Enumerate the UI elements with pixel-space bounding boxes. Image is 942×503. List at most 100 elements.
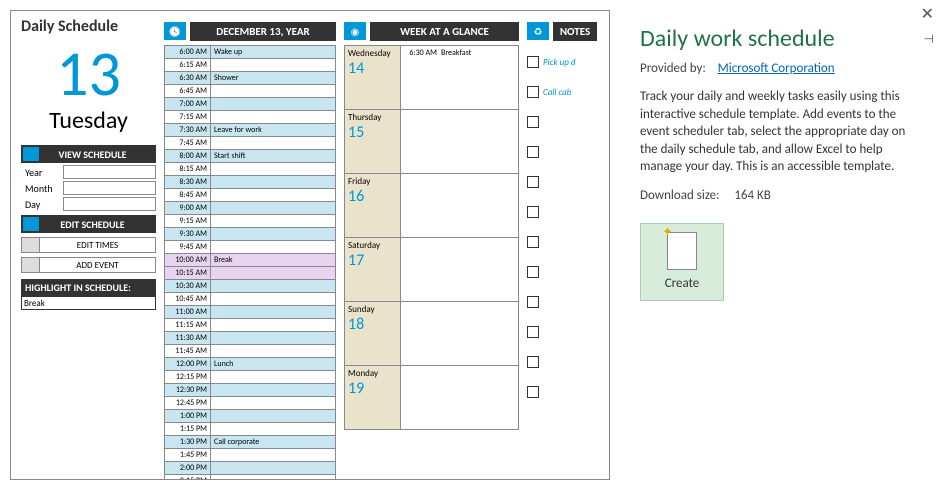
template-preview-image: Daily Schedule 13 Tuesday VIEW SCHEDULE … <box>10 10 610 480</box>
week-day-label-box: Wednesday14 <box>345 46 401 109</box>
note-row: Call cab <box>527 77 597 107</box>
schedule-task <box>211 228 335 240</box>
preview-week-column: ◉ WEEK AT A GLANCE Wednesday146:30 AMBre… <box>344 17 519 473</box>
schedule-time: 6:45 AM <box>165 85 211 97</box>
schedule-task: Wake up <box>211 46 335 58</box>
schedule-time: 1:45 PM <box>165 449 211 461</box>
week-day-name: Friday <box>348 176 397 187</box>
week-body: Wednesday146:30 AMBreakfastThursday15Fri… <box>344 45 519 430</box>
add-event-button-preview: ADD EVENT <box>21 257 156 273</box>
schedule-row: 9:15 AM <box>165 214 335 227</box>
schedule-row: 7:45 AM <box>165 136 335 149</box>
schedule-row: 6:15 AM <box>165 58 335 71</box>
week-day-item: Saturday17 <box>345 237 518 301</box>
schedule-task <box>211 449 335 461</box>
schedule-row: 10:15 AM <box>165 266 335 279</box>
week-day-events <box>401 302 518 365</box>
schedule-time: 1:00 PM <box>165 410 211 422</box>
schedule-task <box>211 423 335 435</box>
year-input <box>63 165 156 179</box>
schedule-task <box>211 215 335 227</box>
week-day-name: Saturday <box>348 240 397 251</box>
label-day: Day <box>21 198 63 211</box>
note-checkbox <box>527 206 539 218</box>
week-day-label-box: Sunday18 <box>345 302 401 365</box>
month-row: Month <box>21 181 156 195</box>
schedule-task <box>211 306 335 318</box>
week-event-name: Breakfast <box>441 48 471 58</box>
note-row <box>527 197 597 227</box>
week-day-number: 14 <box>348 59 397 78</box>
preview-schedule-column: 🕓 DECEMBER 13, YEAR 6:00 AMWake up6:15 A… <box>164 17 336 473</box>
schedule-row: 8:15 AM <box>165 162 335 175</box>
week-day-number: 16 <box>348 187 397 206</box>
week-day-item: Friday16 <box>345 173 518 237</box>
note-checkbox <box>527 56 539 68</box>
schedule-task <box>211 267 335 279</box>
schedule-time: 9:00 AM <box>165 202 211 214</box>
note-checkbox <box>527 326 539 338</box>
schedule-task <box>211 332 335 344</box>
week-day-number: 17 <box>348 251 397 270</box>
create-button[interactable]: Create <box>640 223 724 301</box>
schedule-time: 10:15 AM <box>165 267 211 279</box>
schedule-task <box>211 189 335 201</box>
note-checkbox <box>527 296 539 308</box>
week-day-label-box: Saturday17 <box>345 238 401 301</box>
week-event-row: 6:30 AMBreakfast <box>403 48 516 58</box>
schedule-task <box>211 345 335 357</box>
plus-icon <box>22 258 40 272</box>
download-size-label: Download size: <box>640 188 720 203</box>
recycle-icon: ♻ <box>527 22 549 40</box>
schedule-time: 6:00 AM <box>165 46 211 58</box>
schedule-row: 6:45 AM <box>165 84 335 97</box>
schedule-row: 12:00 PMLunch <box>165 357 335 370</box>
schedule-time: 11:30 AM <box>165 332 211 344</box>
schedule-time: 8:45 AM <box>165 189 211 201</box>
highlight-label: HIGHLIGHT IN SCHEDULE: <box>21 281 156 294</box>
schedule-task: Break <box>211 254 335 266</box>
schedule-row: 10:45 AM <box>165 292 335 305</box>
schedule-task <box>211 462 335 474</box>
schedule-row: 11:15 AM <box>165 318 335 331</box>
week-day-name: Sunday <box>348 304 397 315</box>
edit-times-button-preview: EDIT TIMES <box>21 237 156 253</box>
day-input <box>63 197 156 211</box>
schedule-time: 7:00 AM <box>165 98 211 110</box>
schedule-task <box>211 163 335 175</box>
view-schedule-bar: VIEW SCHEDULE <box>21 145 156 163</box>
download-size-value: 164 KB <box>734 188 771 203</box>
schedule-row: 2:00 PM <box>165 461 335 474</box>
daily-schedule-title: Daily Schedule <box>21 17 156 36</box>
schedule-task <box>211 280 335 292</box>
preview-notes-column: ♻ NOTES Pick up dCall cab <box>527 17 597 473</box>
schedule-row: 9:30 AM <box>165 227 335 240</box>
note-text: Pick up d <box>543 57 576 68</box>
highlight-value: Break <box>21 296 156 310</box>
schedule-row: 8:00 AMStart shift <box>165 149 335 162</box>
schedule-time: 10:45 AM <box>165 293 211 305</box>
template-info-pane: ✕ ⊣ Daily work schedule Provided by: Mic… <box>620 0 942 503</box>
schedule-time: 11:15 AM <box>165 319 211 331</box>
week-day-label-box: Friday16 <box>345 174 401 237</box>
close-button[interactable]: ✕ <box>921 4 934 24</box>
week-day-item: Monday19 <box>345 365 518 429</box>
schedule-task: Shower <box>211 72 335 84</box>
preview-left-column: Daily Schedule 13 Tuesday VIEW SCHEDULE … <box>21 17 156 473</box>
schedule-row: 12:15 PM <box>165 370 335 383</box>
schedule-row: 8:45 AM <box>165 188 335 201</box>
note-checkbox <box>527 116 539 128</box>
label-month: Month <box>21 182 63 195</box>
edit-times-label: EDIT TIMES <box>40 240 155 251</box>
week-day-number: 15 <box>348 123 397 142</box>
schedule-task <box>211 293 335 305</box>
camera-icon: ◉ <box>344 22 366 40</box>
provided-by-link[interactable]: Microsoft Corporation <box>718 61 835 76</box>
note-text: Call cab <box>543 87 571 98</box>
schedule-task <box>211 397 335 409</box>
schedule-task: Leave for work <box>211 124 335 136</box>
provided-by-row: Provided by: Microsoft Corporation <box>640 61 922 76</box>
pin-button[interactable]: ⊣ <box>924 32 934 47</box>
schedule-task <box>211 410 335 422</box>
schedule-time: 10:30 AM <box>165 280 211 292</box>
